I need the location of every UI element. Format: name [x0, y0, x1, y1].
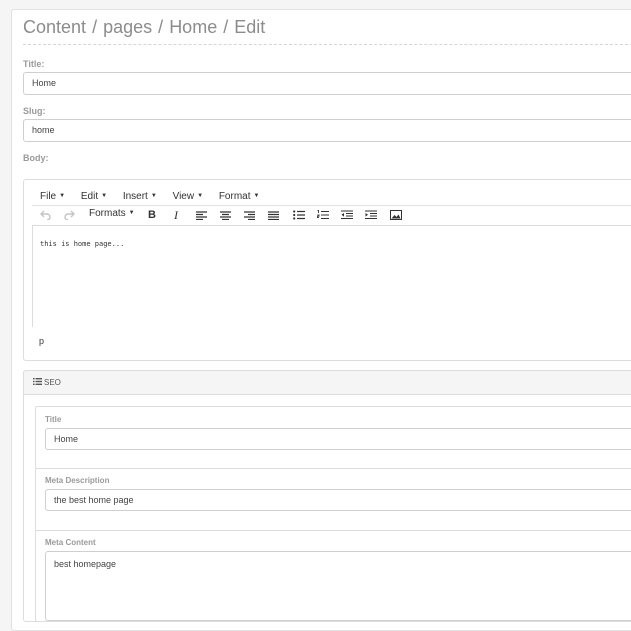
- bold-icon[interactable]: B: [145, 208, 159, 222]
- caret-down-icon: ▼: [150, 193, 157, 200]
- slug-label: Slug:: [23, 106, 46, 116]
- breadcrumb-divider: [23, 44, 631, 45]
- editor-content-area[interactable]: this is home page...: [32, 225, 631, 327]
- list-icon: [33, 378, 42, 387]
- editor-content-text: this is home page...: [40, 240, 125, 248]
- italic-icon[interactable]: I: [169, 208, 183, 222]
- meta-content-textarea[interactable]: best homepage: [45, 551, 631, 621]
- seo-panel-header: [23, 370, 631, 395]
- breadcrumb-item-home[interactable]: Home: [169, 17, 217, 37]
- menu-insert[interactable]: Insert ▼: [123, 191, 157, 202]
- breadcrumb: Content / pages / Home / Edit: [23, 17, 265, 38]
- redo-icon[interactable]: [62, 208, 76, 222]
- editor-menubar: File ▼ Edit ▼ Insert ▼ View ▼ Format ▼: [40, 191, 272, 202]
- align-left-icon[interactable]: [194, 208, 208, 222]
- meta-content-label: Meta Content: [45, 538, 96, 547]
- title-input[interactable]: Home: [23, 72, 631, 95]
- slug-input[interactable]: home: [23, 119, 631, 142]
- indent-icon[interactable]: [364, 208, 378, 222]
- caret-down-icon: ▼: [101, 193, 108, 200]
- breadcrumb-separator: /: [92, 17, 98, 37]
- caret-down-icon: ▼: [128, 210, 135, 217]
- breadcrumb-separator: /: [158, 17, 164, 37]
- numbered-list-icon[interactable]: [316, 208, 330, 222]
- breadcrumb-item-pages[interactable]: pages: [103, 17, 152, 37]
- menu-file[interactable]: File ▼: [40, 191, 65, 202]
- menu-edit[interactable]: Edit ▼: [81, 191, 107, 202]
- menu-view[interactable]: View ▼: [173, 191, 203, 202]
- caret-down-icon: ▼: [59, 193, 66, 200]
- seo-title-label: Title: [45, 415, 62, 424]
- seo-panel-title: SEO: [33, 378, 61, 387]
- breadcrumb-item-content[interactable]: Content: [23, 17, 86, 37]
- editor-status-path[interactable]: p: [39, 336, 44, 346]
- breadcrumb-separator: /: [223, 17, 229, 37]
- seo-title-input[interactable]: Home: [45, 428, 631, 450]
- title-label: Title:: [23, 59, 45, 69]
- bullet-list-icon[interactable]: [292, 208, 306, 222]
- align-justify-icon[interactable]: [266, 208, 280, 222]
- align-center-icon[interactable]: [218, 208, 232, 222]
- align-right-icon[interactable]: [242, 208, 256, 222]
- menubar-divider: [32, 205, 631, 206]
- undo-icon[interactable]: [38, 208, 52, 222]
- caret-down-icon: ▼: [253, 193, 260, 200]
- meta-description-input[interactable]: the best home page: [45, 489, 631, 511]
- meta-description-label: Meta Description: [45, 476, 110, 485]
- outdent-icon[interactable]: [340, 208, 354, 222]
- menu-format[interactable]: Format ▼: [219, 191, 260, 202]
- image-icon[interactable]: [389, 208, 403, 222]
- body-label: Body:: [23, 153, 49, 163]
- formats-dropdown[interactable]: Formats ▼: [89, 208, 135, 219]
- breadcrumb-item-edit: Edit: [234, 17, 266, 37]
- seo-heading: SEO: [44, 378, 61, 387]
- caret-down-icon: ▼: [197, 193, 204, 200]
